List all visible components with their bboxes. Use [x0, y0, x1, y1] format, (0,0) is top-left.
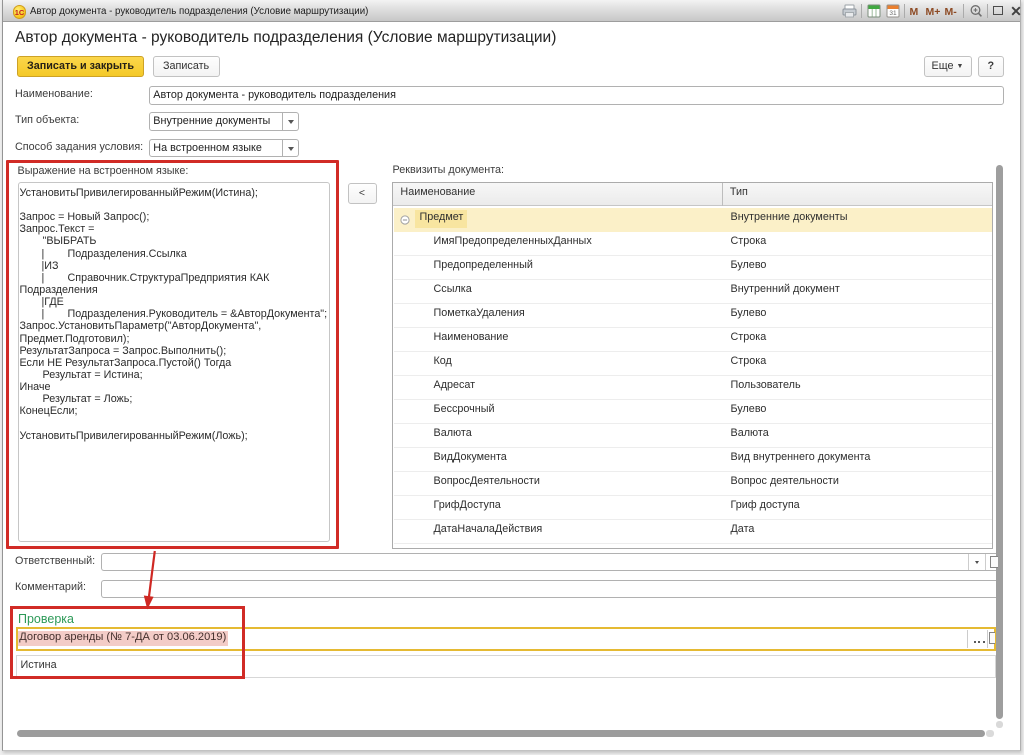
svg-text:31: 31 — [889, 10, 897, 17]
